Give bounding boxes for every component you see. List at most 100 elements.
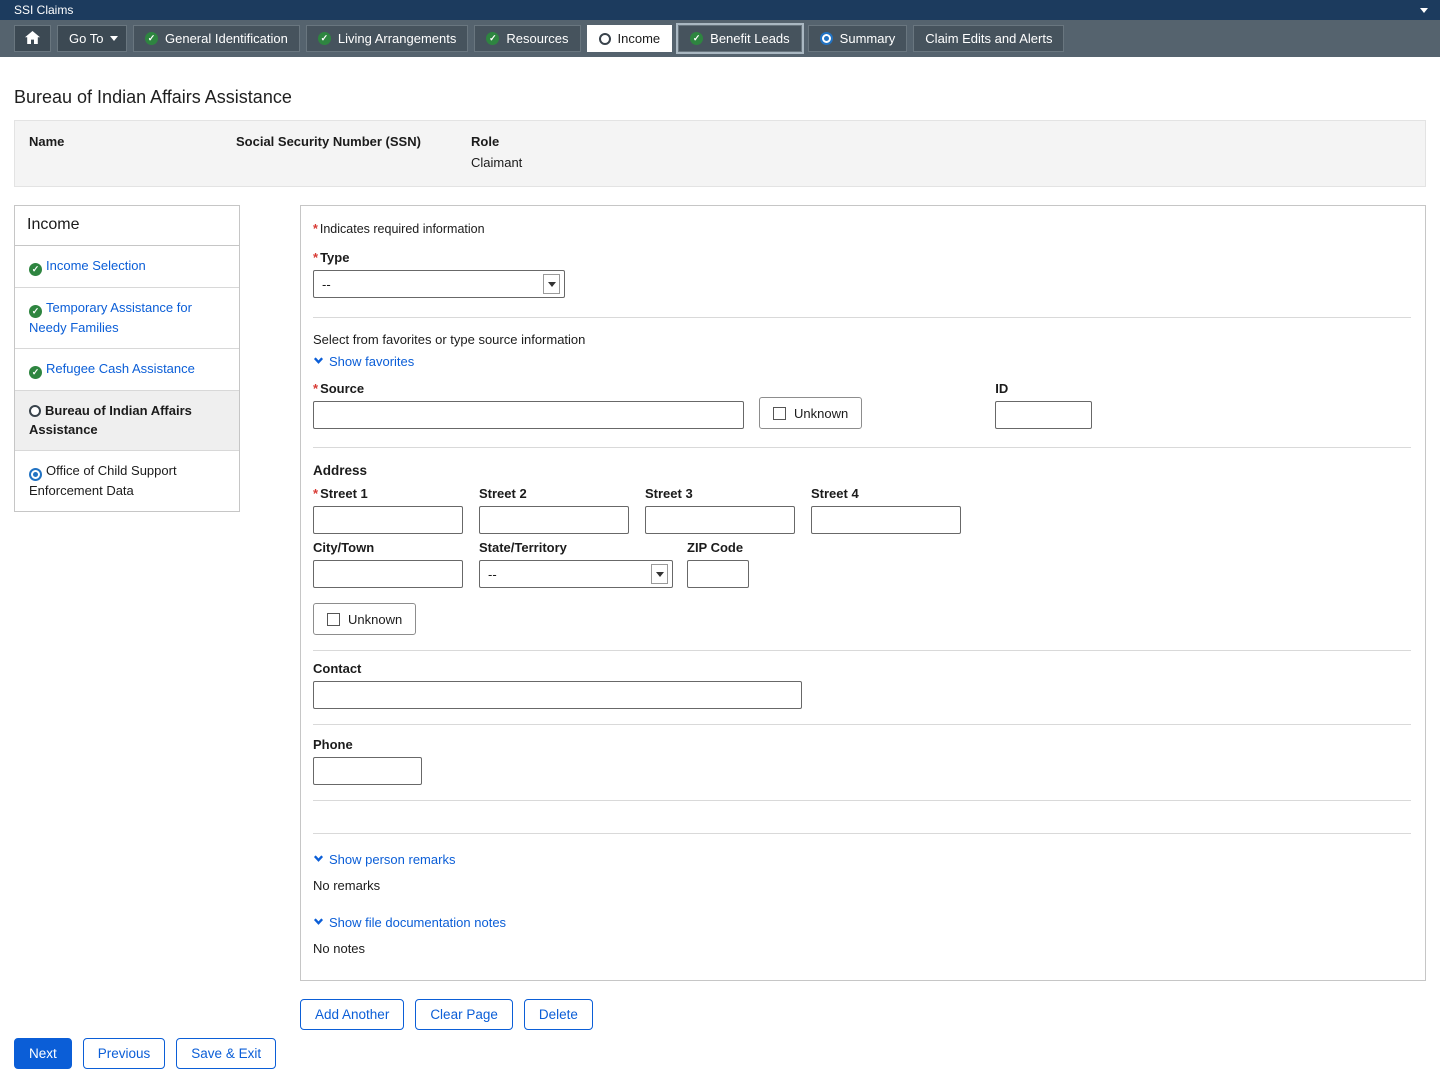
source-field: *Source <box>313 381 744 429</box>
radio-circle-icon <box>599 33 611 45</box>
required-asterisk: * <box>313 486 318 501</box>
street1-input[interactable] <box>313 506 463 534</box>
type-select[interactable]: -- <box>313 270 565 298</box>
street4-field: Street 4 <box>811 486 961 534</box>
show-favorites-link[interactable]: Show favorites <box>313 354 414 369</box>
city-input[interactable] <box>313 560 463 588</box>
sidebar-item-label: Temporary Assistance for Needy Families <box>29 300 192 335</box>
type-select-value: -- <box>322 277 331 292</box>
select-arrow-icon <box>651 564 668 584</box>
go-to-label: Go To <box>69 31 103 46</box>
delete-button[interactable]: Delete <box>524 999 593 1030</box>
favorites-hint: Select from favorites or type source inf… <box>313 332 1411 347</box>
street1-field: *Street 1 <box>313 486 463 534</box>
id-label: ID <box>995 381 1092 396</box>
show-file-documentation-notes-link[interactable]: Show file documentation notes <box>313 915 506 930</box>
previous-button[interactable]: Previous <box>83 1038 166 1069</box>
check-icon <box>318 32 331 45</box>
in-progress-icon <box>29 468 42 481</box>
tab-label: Living Arrangements <box>338 31 457 46</box>
show-person-remarks-link[interactable]: Show person remarks <box>313 852 455 867</box>
zip-input[interactable] <box>687 560 749 588</box>
id-field: ID <box>995 381 1092 429</box>
address-street-row: *Street 1 Street 2 Street 3 Street 4 <box>313 486 1411 534</box>
app-menu-caret-icon[interactable] <box>1420 8 1428 13</box>
checkbox-icon <box>773 407 786 420</box>
chevron-down-icon <box>313 852 324 867</box>
go-to-button[interactable]: Go To <box>57 25 127 52</box>
sidebar-item-label: Bureau of Indian Affairs Assistance <box>29 403 192 437</box>
home-button[interactable] <box>14 25 51 52</box>
save-and-exit-button[interactable]: Save & Exit <box>176 1038 276 1069</box>
sidebar-item-bia-assistance[interactable]: Bureau of Indian Affairs Assistance <box>15 391 239 451</box>
phone-input[interactable] <box>313 757 422 785</box>
street3-label: Street 3 <box>645 486 795 501</box>
street2-field: Street 2 <box>479 486 629 534</box>
unknown-label: Unknown <box>794 406 848 421</box>
check-icon <box>486 32 499 45</box>
caret-down-icon <box>110 36 118 41</box>
check-icon <box>145 32 158 45</box>
sidebar-item-label: Income Selection <box>46 258 146 273</box>
source-unknown-checkbox[interactable]: Unknown <box>759 397 862 429</box>
contact-label: Contact <box>313 661 1411 676</box>
sidebar-item-label: Office of Child Support Enforcement Data <box>29 463 177 498</box>
required-note: *Indicates required information <box>313 222 1411 236</box>
state-select[interactable]: -- <box>479 560 673 588</box>
bia-assistance-form: *Indicates required information *Type --… <box>300 205 1426 981</box>
check-icon <box>29 263 42 276</box>
required-asterisk: * <box>313 381 318 396</box>
ssn-label: Social Security Number (SSN) <box>236 134 471 149</box>
contact-input[interactable] <box>313 681 802 709</box>
sidebar-item-tanf[interactable]: Temporary Assistance for Needy Families <box>15 288 239 349</box>
unknown-label: Unknown <box>348 612 402 627</box>
tab-summary[interactable]: Summary <box>808 25 908 52</box>
sidebar-title: Income <box>15 206 239 246</box>
required-asterisk: * <box>313 222 318 236</box>
address-unknown-checkbox[interactable]: Unknown <box>313 603 416 635</box>
app-title-bar: SSI Claims <box>0 0 1440 20</box>
role-value: Claimant <box>471 155 1411 170</box>
tab-general-identification[interactable]: General Identification <box>133 25 300 52</box>
tab-benefit-leads[interactable]: Benefit Leads <box>678 25 802 52</box>
in-progress-icon <box>820 32 833 45</box>
person-summary-panel: Name Social Security Number (SSN) Role C… <box>14 120 1426 187</box>
ssn-column: Social Security Number (SSN) <box>236 134 471 170</box>
tab-living-arrangements[interactable]: Living Arrangements <box>306 25 469 52</box>
address-label: Address <box>313 463 1411 478</box>
divider <box>313 724 1411 725</box>
role-column: Role Claimant <box>471 134 1411 170</box>
role-label: Role <box>471 134 1411 149</box>
radio-circle-icon <box>29 405 41 417</box>
tab-income[interactable]: Income <box>587 25 673 52</box>
id-input[interactable] <box>995 401 1092 429</box>
clear-page-button[interactable]: Clear Page <box>415 999 513 1030</box>
check-icon <box>690 32 703 45</box>
check-icon <box>29 305 42 318</box>
chevron-down-icon <box>313 915 324 930</box>
street4-input[interactable] <box>811 506 961 534</box>
check-icon <box>29 366 42 379</box>
sidebar-item-refugee-cash-assistance[interactable]: Refugee Cash Assistance <box>15 349 239 391</box>
next-button[interactable]: Next <box>14 1038 72 1069</box>
no-notes-text: No notes <box>313 941 1411 956</box>
content-area: Income Income Selection Temporary Assist… <box>0 205 1440 981</box>
divider <box>313 650 1411 651</box>
sidebar-item-ocse-data[interactable]: Office of Child Support Enforcement Data <box>15 451 239 511</box>
checkbox-icon <box>327 613 340 626</box>
nav-bar: Go To General Identification Living Arra… <box>0 20 1440 57</box>
sidebar-item-income-selection[interactable]: Income Selection <box>15 246 239 288</box>
tab-label: General Identification <box>165 31 288 46</box>
page-navigation-row: Next Previous Save & Exit <box>14 1038 1426 1069</box>
tab-resources[interactable]: Resources <box>474 25 580 52</box>
source-input[interactable] <box>313 401 744 429</box>
street2-input[interactable] <box>479 506 629 534</box>
tab-label: Claim Edits and Alerts <box>925 31 1052 46</box>
tab-claim-edits-and-alerts[interactable]: Claim Edits and Alerts <box>913 25 1064 52</box>
required-asterisk: * <box>313 250 318 265</box>
add-another-button[interactable]: Add Another <box>300 999 404 1030</box>
page-title: Bureau of Indian Affairs Assistance <box>14 87 1426 108</box>
street3-input[interactable] <box>645 506 795 534</box>
name-label: Name <box>29 134 236 149</box>
sidebar-item-label: Refugee Cash Assistance <box>46 361 195 376</box>
